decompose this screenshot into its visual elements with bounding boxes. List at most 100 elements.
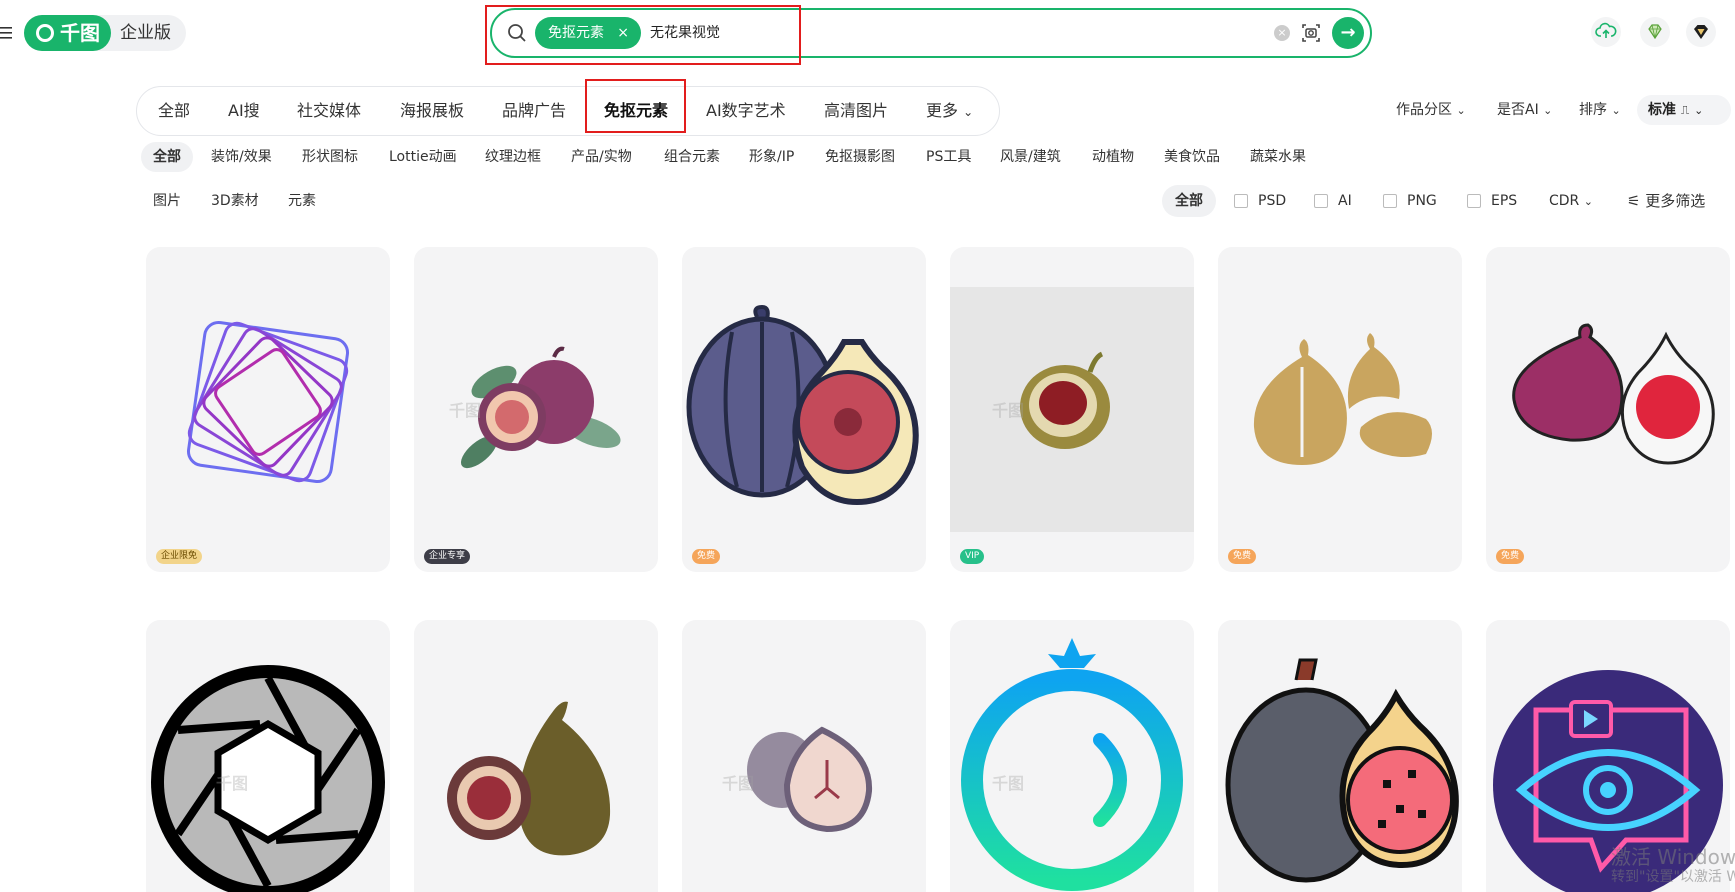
fig-colored-icon <box>1225 658 1459 883</box>
asset-card[interactable]: 免费 <box>682 247 926 572</box>
tab-social-media[interactable]: 社交媒体 <box>297 86 361 136</box>
vip-diamond-icon[interactable] <box>1686 17 1716 47</box>
spiral-square-graphic <box>186 320 350 484</box>
subcat-fruit-veg[interactable]: 蔬菜水果 <box>1250 142 1306 172</box>
format-ai-label: AI <box>1338 193 1352 209</box>
badge-free: 免费 <box>692 549 721 564</box>
asset-card[interactable]: 千图 VIP <box>950 247 1194 572</box>
filter-sort[interactable]: 排序 ⌄ <box>1579 99 1621 119</box>
logo-mark: 千图 <box>24 15 111 51</box>
asset-card[interactable]: 千图 <box>950 620 1194 892</box>
filter-zone[interactable]: 作品分区 ⌄ <box>1396 99 1466 119</box>
more-filters-label: 更多筛选 <box>1645 192 1706 210</box>
format-cdr-dropdown[interactable]: CDR ⌄ <box>1549 187 1593 215</box>
asset-card[interactable] <box>1218 620 1462 892</box>
highlight-box-tab <box>585 79 686 133</box>
format-ai-checkbox[interactable]: AI <box>1314 185 1352 217</box>
clear-icon[interactable]: × <box>1274 25 1290 41</box>
subcat-decoration[interactable]: 装饰/效果 <box>211 142 272 172</box>
watermark: 千图 <box>449 401 482 420</box>
fig-tan-silhouette <box>1253 333 1432 465</box>
watermark: 千图 <box>992 401 1025 420</box>
more-filters-button[interactable]: ⚟ 更多筛选 <box>1627 187 1705 215</box>
tab-more[interactable]: 更多 ⌄ <box>926 86 973 136</box>
subcat-combo[interactable]: 组合元素 <box>664 142 720 172</box>
fig-realistic <box>447 701 611 856</box>
filter-sort-label: 排序 <box>1579 102 1607 118</box>
asset-card[interactable]: 千图 企业专享 <box>414 247 658 572</box>
subcat-food-drink[interactable]: 美食饮品 <box>1164 142 1220 172</box>
subcat-lottie[interactable]: Lottie动画 <box>389 142 457 172</box>
subcat-all[interactable]: 全部 <box>141 142 193 172</box>
checkbox <box>1314 194 1328 208</box>
format-eps-checkbox[interactable]: EPS <box>1467 185 1517 217</box>
diamond-icon[interactable] <box>1640 17 1670 47</box>
badge-enterprise-free: 企业限免 <box>156 549 203 564</box>
site-logo[interactable]: 千图 企业版 <box>24 15 186 51</box>
filter-sliders-icon: ⚟ <box>1627 192 1641 210</box>
filter-zone-label: 作品分区 <box>1396 102 1452 118</box>
type-image[interactable]: 图片 <box>153 187 181 215</box>
filter-is-ai-label: 是否AI <box>1497 102 1539 118</box>
filter-is-ai[interactable]: 是否AI ⌄ <box>1497 99 1552 119</box>
subcat-product[interactable]: 产品/实物 <box>571 142 632 172</box>
filter-standard-label: 标准 <box>1648 102 1676 118</box>
tab-hd-images[interactable]: 高清图片 <box>824 86 888 136</box>
subcat-animals-plants[interactable]: 动植物 <box>1092 142 1134 172</box>
subcat-landscape[interactable]: 风景/建筑 <box>1000 142 1061 172</box>
fig-icon-illustration <box>686 304 919 506</box>
chevron-down-icon: ⌄ <box>963 105 974 119</box>
format-cdr-label: CDR <box>1549 193 1580 209</box>
tab-brand-ads[interactable]: 品牌广告 <box>502 86 566 136</box>
pomegranate-outline-icon <box>961 638 1183 891</box>
asset-card[interactable]: 企业限免 <box>146 247 390 572</box>
tab-ai-search[interactable]: AI搜 <box>228 86 260 136</box>
chevron-down-icon: ⌄ <box>1456 104 1466 117</box>
subcat-texture-border[interactable]: 纹理边框 <box>485 142 541 172</box>
fig-flat-illustration <box>1512 323 1715 465</box>
chevron-down-icon: ⌄ <box>1543 104 1553 117</box>
asset-card[interactable] <box>414 620 658 892</box>
windows-activation-overlay-sub: 转到"设置"以激活 W <box>1611 869 1735 885</box>
format-png-label: PNG <box>1407 193 1437 209</box>
badge-enterprise-exclusive: 企业专享 <box>424 549 471 564</box>
badge-free: 免费 <box>1228 549 1257 564</box>
view-icon: ⎍ <box>1680 103 1690 117</box>
subcat-shape-icons[interactable]: 形状图标 <box>302 142 358 172</box>
format-eps-label: EPS <box>1491 193 1518 209</box>
tab-poster[interactable]: 海报展板 <box>400 86 464 136</box>
type-3d[interactable]: 3D素材 <box>211 187 259 215</box>
subcat-cutout-photo[interactable]: 免抠摄影图 <box>825 142 895 172</box>
checkbox <box>1234 194 1248 208</box>
watermark: 千图 <box>216 774 249 793</box>
tab-ai-art[interactable]: AI数字艺术 <box>706 86 786 136</box>
format-png-checkbox[interactable]: PNG <box>1383 185 1437 217</box>
watermark: 千图 <box>722 774 755 793</box>
logo-edition: 企业版 <box>120 23 171 43</box>
menu-icon[interactable] <box>0 24 14 42</box>
checkbox <box>1383 194 1397 208</box>
asset-card[interactable]: 免费 <box>1486 247 1730 572</box>
format-psd-label: PSD <box>1258 193 1287 209</box>
checkbox <box>1467 194 1481 208</box>
asset-card[interactable]: 千图 <box>682 620 926 892</box>
format-psd-checkbox[interactable]: PSD <box>1234 185 1286 217</box>
subcat-ip[interactable]: 形象/IP <box>749 142 794 172</box>
chevron-down-icon: ⌄ <box>1583 195 1593 208</box>
chevron-down-icon: ⌄ <box>1694 104 1704 117</box>
badge-vip: VIP <box>960 549 985 564</box>
format-all[interactable]: 全部 <box>1162 185 1216 217</box>
filter-standard[interactable]: 标准 ⎍ ⌄ <box>1637 95 1731 125</box>
upload-icon[interactable] <box>1591 17 1621 47</box>
type-element[interactable]: 元素 <box>288 187 316 215</box>
fig-watercolor <box>747 726 873 833</box>
search-submit-button[interactable]: → <box>1332 17 1364 49</box>
watermark: 千图 <box>992 774 1025 793</box>
camera-icon[interactable] <box>1300 22 1322 44</box>
fig-photo <box>950 287 1194 532</box>
asset-card[interactable]: 千图 <box>146 620 390 892</box>
subcat-ps-tools[interactable]: PS工具 <box>926 142 971 172</box>
asset-card[interactable]: 免费 <box>1218 247 1462 572</box>
tab-all[interactable]: 全部 <box>158 86 190 136</box>
badge-free: 免费 <box>1496 549 1525 564</box>
